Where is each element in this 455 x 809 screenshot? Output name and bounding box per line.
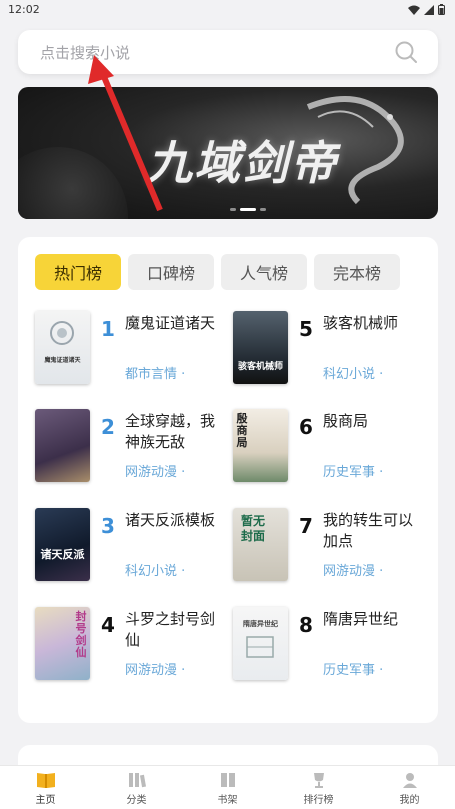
book-item[interactable]: 骇客机械师 5 骇客机械师 科幻小说 · — [233, 311, 433, 391]
book-item[interactable]: 2 全球穿越，我神族无敌 网游动漫 · — [35, 409, 235, 489]
book-category[interactable]: 科幻小说 · — [323, 363, 383, 382]
book-category[interactable]: 历史军事 · — [323, 659, 383, 678]
book-item[interactable]: 殷商局 6 殷商局 历史军事 · — [233, 409, 433, 489]
book-title: 我的转生可以加点 — [323, 511, 414, 550]
rank-number: 2 — [101, 415, 115, 439]
cover-title: 诸天反派 — [40, 548, 85, 561]
status-time: 12:02 — [8, 3, 40, 16]
book-title: 殷商局 — [323, 412, 369, 430]
book-title: 魔鬼证道诸天 — [125, 314, 216, 332]
tab-ranking[interactable]: 排行榜 — [273, 766, 364, 809]
banner-pager — [230, 208, 266, 211]
tab-hot[interactable]: 热门榜 — [35, 254, 121, 290]
book-category[interactable]: 都市言情 · — [125, 363, 185, 382]
rank-number: 1 — [101, 317, 115, 341]
book-category[interactable]: 网游动漫 · — [323, 560, 383, 579]
book-title: 骇客机械师 — [323, 314, 399, 332]
tab-category[interactable]: 分类 — [91, 766, 182, 809]
tab-ranking-label: 排行榜 — [303, 795, 334, 806]
book-item[interactable]: 魔鬼证道诸天 1 魔鬼证道诸天 都市言情 · — [35, 311, 235, 391]
tab-bookshelf-label: 书架 — [217, 795, 238, 806]
book-cover: 隋唐异世纪 — [233, 607, 288, 680]
tab-home[interactable]: 主页 — [0, 766, 91, 809]
book-item[interactable]: 暂无封面 7 我的转生可以加点 网游动漫 · — [233, 508, 433, 588]
book-cover — [35, 409, 90, 482]
rank-number: 7 — [299, 514, 313, 538]
book-title: 斗罗之封号剑仙 — [125, 610, 216, 649]
battery-icon — [438, 4, 445, 15]
cover-title: 骇客机械师 — [237, 362, 283, 372]
book-cover: 暂无封面 — [233, 508, 288, 581]
book-cover: 魔鬼证道诸天 — [35, 311, 90, 384]
bookshelf-icon — [220, 773, 235, 787]
tab-profile-label: 我的 — [399, 795, 420, 806]
tab-bookshelf[interactable]: 书架 — [182, 766, 273, 809]
tab-popularity[interactable]: 人气榜 — [221, 254, 307, 290]
book-title: 隋唐异世纪 — [323, 610, 399, 628]
banner-title: 九域剑帝 — [146, 136, 338, 190]
book-title: 全球穿越，我神族无敌 — [125, 412, 216, 451]
book-category[interactable]: 网游动漫 · — [125, 461, 185, 480]
book-cover: 封号剑仙 — [35, 607, 90, 680]
tab-home-label: 主页 — [35, 795, 56, 806]
tab-reputation[interactable]: 口碑榜 — [128, 254, 214, 290]
pager-dot-active — [240, 208, 256, 211]
signal-icon — [424, 4, 434, 15]
book-category[interactable]: 科幻小说 · — [125, 560, 185, 579]
rank-number: 5 — [299, 317, 313, 341]
book-open-icon — [36, 773, 55, 788]
book-item[interactable]: 隋唐异世纪 8 隋唐异世纪 历史军事 · — [233, 607, 433, 687]
book-cover: 殷商局 — [233, 409, 288, 482]
rank-number: 6 — [299, 415, 313, 439]
user-icon — [402, 773, 417, 788]
book-cover: 骇客机械师 — [233, 311, 288, 384]
tab-profile[interactable]: 我的 — [364, 766, 455, 809]
banner-carousel[interactable]: 九域剑帝 — [18, 87, 438, 219]
book-title: 诸天反派模板 — [125, 511, 216, 529]
book-item[interactable]: 封号剑仙 4 斗罗之封号剑仙 网游动漫 · — [35, 607, 235, 687]
pager-dot — [260, 208, 266, 211]
rank-number: 4 — [101, 613, 115, 637]
trophy-icon — [313, 773, 324, 788]
book-category[interactable]: 网游动漫 · — [125, 659, 185, 678]
cover-title: 魔鬼证道诸天 — [44, 357, 81, 364]
book-cover: 诸天反派 — [35, 508, 90, 581]
cover-title: 殷商局 — [236, 412, 248, 449]
search-icon[interactable] — [394, 40, 418, 64]
cover-title: 封号剑仙 — [75, 610, 87, 659]
bottom-tab-bar: 主页 分类 书架 排行榜 我的 — [0, 765, 455, 809]
search-input[interactable]: 点击搜索小说 — [40, 42, 130, 63]
wifi-icon — [408, 5, 420, 15]
category-icon — [128, 773, 146, 788]
status-bar: 12:02 — [0, 0, 455, 20]
tab-completed[interactable]: 完本榜 — [314, 254, 400, 290]
cover-illustration — [246, 636, 274, 658]
book-item[interactable]: 诸天反派 3 诸天反派模板 科幻小说 · — [35, 508, 235, 588]
cover-title: 暂无封面 — [240, 514, 265, 543]
rank-number: 8 — [299, 613, 313, 637]
ranking-tabs: 热门榜 口碑榜 人气榜 完本榜 — [35, 254, 400, 290]
ranking-card: 热门榜 口碑榜 人气榜 完本榜 魔鬼证道诸天 1 魔鬼证道诸天 都市言情 · 2… — [18, 237, 438, 723]
book-category[interactable]: 历史军事 · — [323, 461, 383, 480]
search-bar[interactable]: 点击搜索小说 — [18, 30, 438, 74]
pager-dot — [230, 208, 236, 211]
tab-category-label: 分类 — [126, 795, 147, 806]
rank-number: 3 — [101, 514, 115, 538]
cover-emblem — [50, 321, 74, 345]
